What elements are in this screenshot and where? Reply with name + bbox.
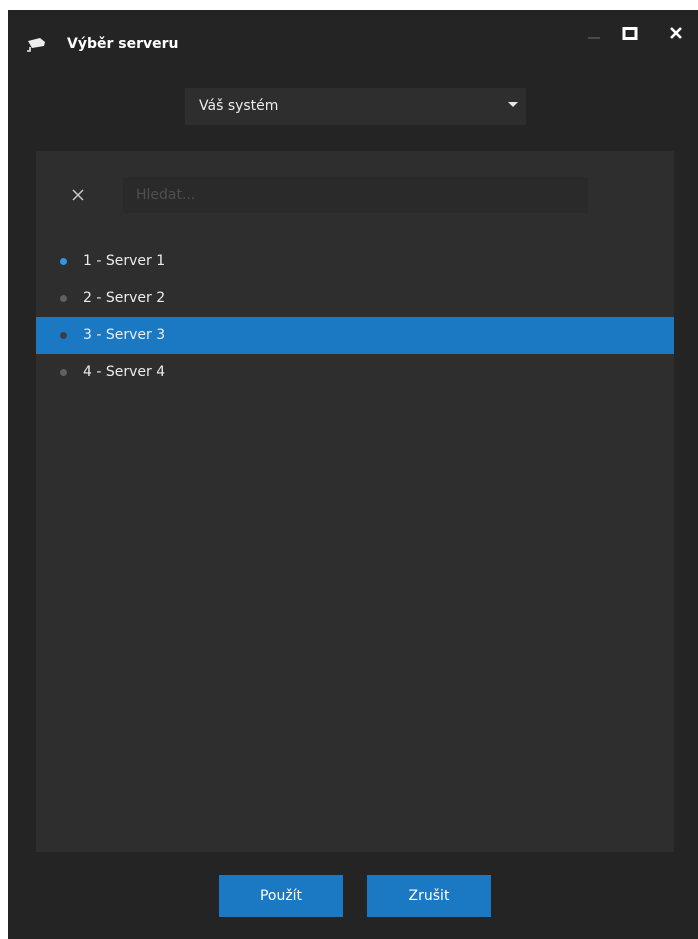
maximize-icon (622, 27, 638, 40)
apply-button[interactable]: Použít (219, 875, 343, 917)
status-dot-icon (60, 258, 67, 265)
server-item-4[interactable]: 4 - Server 4 (36, 354, 674, 391)
close-icon (670, 27, 682, 39)
server-selection-window: Výběr serveru Váš systém Hledat... 1 - S… (8, 10, 698, 939)
close-button[interactable] (664, 22, 688, 46)
server-panel: 1 - Server 1 2 - Server 2 3 - Server 3 4… (36, 151, 674, 852)
system-dropdown-value: Váš systém (199, 98, 279, 114)
server-label: 1 - Server 1 (83, 253, 166, 269)
server-label: 4 - Server 4 (83, 364, 166, 380)
status-dot-icon (60, 332, 67, 339)
title-bar[interactable]: Výběr serveru (8, 10, 698, 76)
server-label: 3 - Server 3 (83, 327, 166, 343)
maximize-button[interactable] (618, 22, 642, 46)
camera-icon (25, 35, 47, 53)
window-title: Výběr serveru (67, 36, 179, 52)
status-dot-icon (60, 295, 67, 302)
server-item-1[interactable]: 1 - Server 1 (36, 243, 674, 280)
server-list: 1 - Server 1 2 - Server 2 3 - Server 3 4… (36, 243, 674, 391)
system-dropdown[interactable]: Váš systém (185, 88, 526, 125)
server-item-2[interactable]: 2 - Server 2 (36, 280, 674, 317)
close-icon (72, 189, 84, 201)
cancel-button[interactable]: Zrušit (367, 875, 491, 917)
server-item-3[interactable]: 3 - Server 3 (36, 317, 674, 354)
server-label: 2 - Server 2 (83, 290, 166, 306)
clear-search-button[interactable] (70, 187, 86, 203)
minimize-icon (588, 37, 600, 39)
search-input[interactable] (123, 177, 588, 213)
minimize-button[interactable] (582, 22, 606, 46)
status-dot-icon (60, 369, 67, 376)
caret-down-icon (508, 102, 518, 107)
